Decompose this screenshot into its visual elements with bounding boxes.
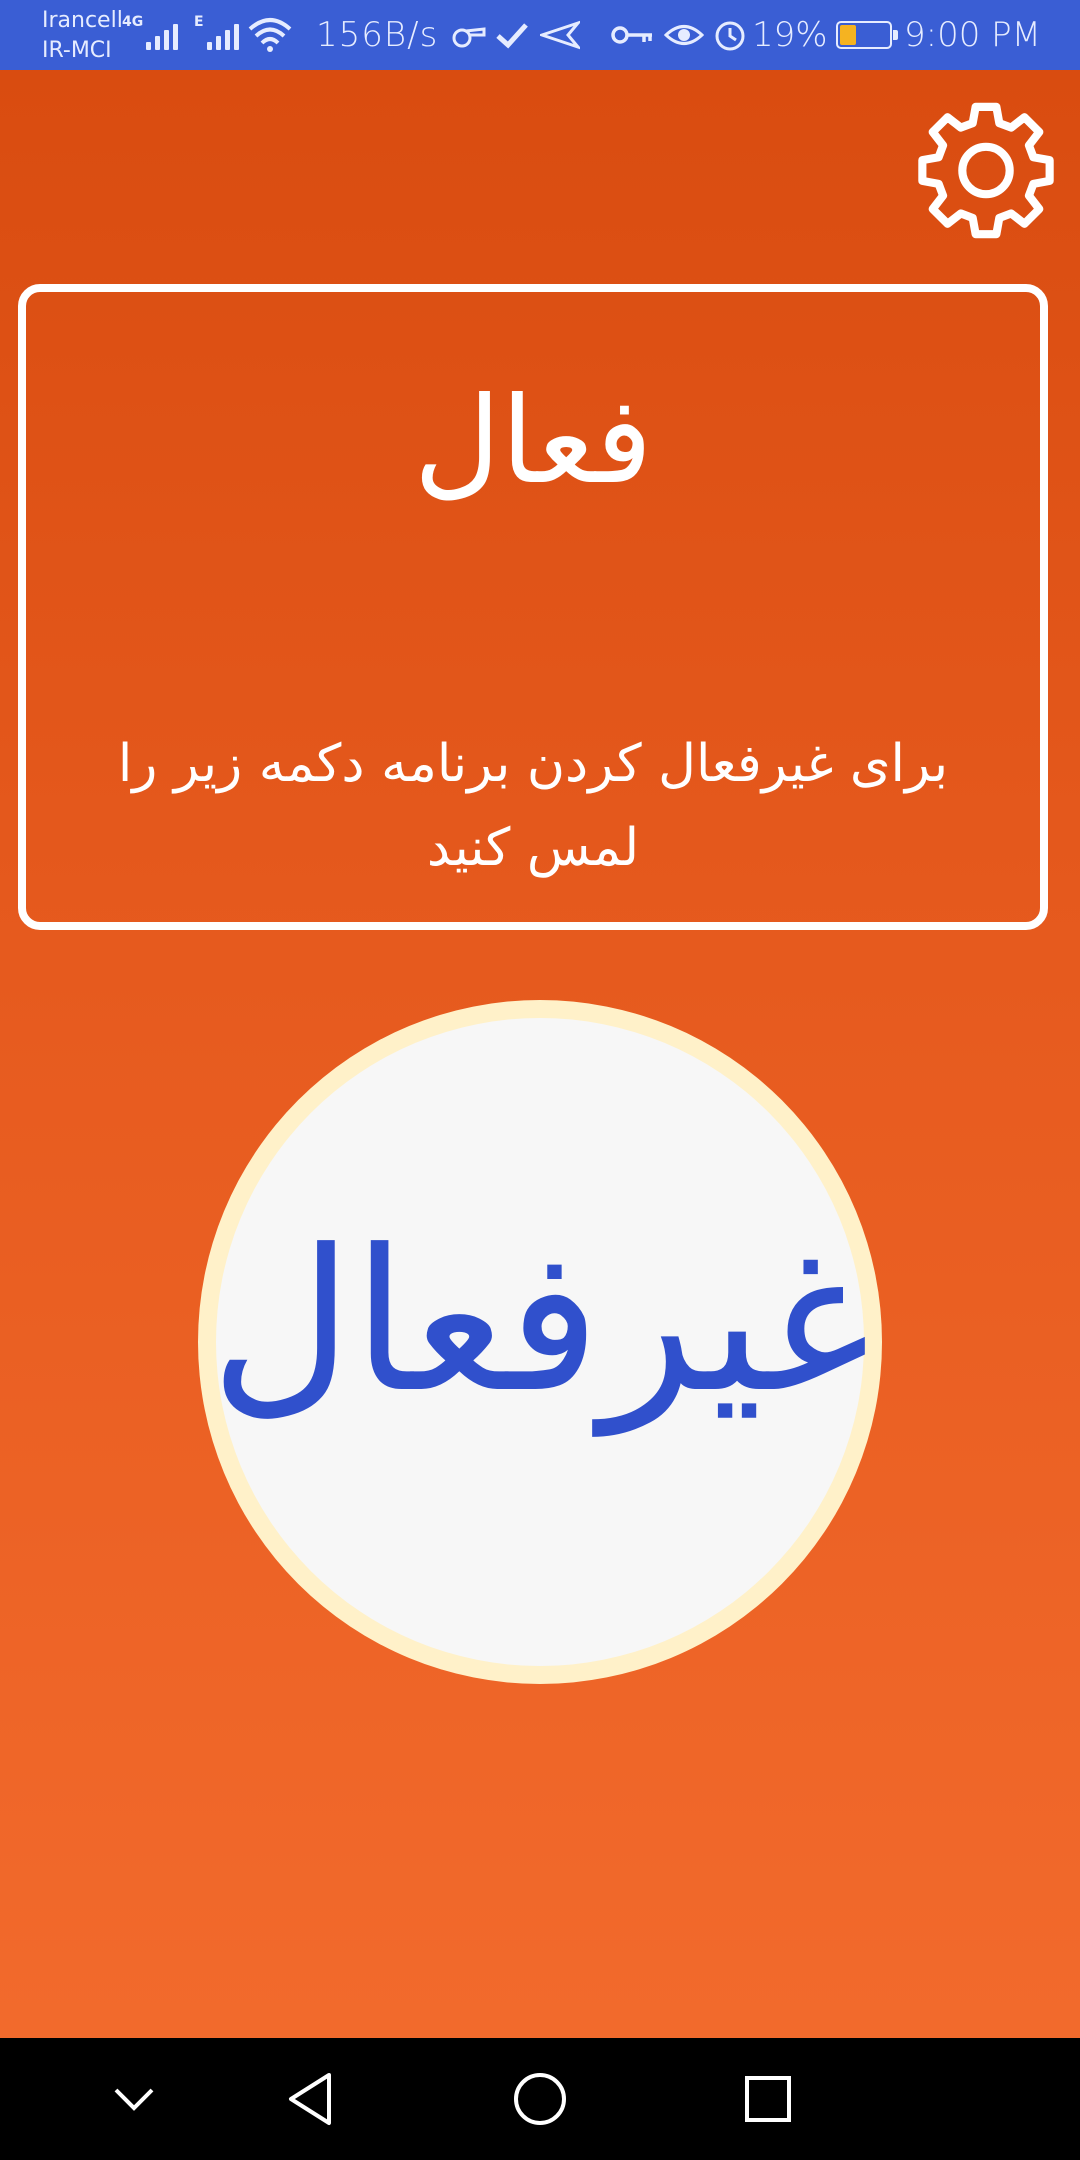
eye-icon bbox=[664, 0, 704, 70]
network-speed: 156B/s bbox=[316, 15, 439, 55]
recents-icon[interactable] bbox=[708, 2038, 828, 2160]
gear-icon[interactable] bbox=[912, 98, 1060, 246]
network-type-1: 4G bbox=[122, 14, 144, 30]
signal-icon: 4G bbox=[122, 0, 179, 70]
carrier-info: Irancell IR-MCI bbox=[42, 6, 123, 66]
status-title: فعال bbox=[413, 372, 653, 511]
key-icon bbox=[610, 0, 654, 70]
navigation-bar bbox=[0, 2038, 1080, 2160]
carrier-primary: Irancell bbox=[42, 8, 123, 33]
clock: 9:00 PM bbox=[904, 15, 1041, 55]
chevron-down-icon[interactable] bbox=[74, 2038, 194, 2160]
carrier-secondary: IR-MCI bbox=[42, 38, 112, 63]
toggle-button-face[interactable]: غیرفعال bbox=[210, 1018, 870, 1666]
network-type-2: E bbox=[194, 14, 204, 30]
alarm-icon bbox=[712, 0, 748, 70]
app-main: فعال برای غیرفعال کردن برنامه دکمه زیر ر… bbox=[0, 70, 1080, 2038]
back-icon[interactable] bbox=[250, 2038, 370, 2160]
send-icon bbox=[540, 0, 580, 70]
toggle-button-label: غیرفعال bbox=[209, 1208, 871, 1436]
home-icon[interactable] bbox=[480, 2038, 600, 2160]
signal-icon-2: E bbox=[194, 0, 239, 70]
status-description: برای غیرفعال کردن برنامه دکمه زیر را لمس… bbox=[117, 734, 949, 878]
status-card: فعال برای غیرفعال کردن برنامه دکمه زیر ر… bbox=[18, 284, 1048, 930]
battery-percent: 19% bbox=[752, 15, 828, 55]
battery-icon bbox=[836, 0, 898, 70]
status-bar: Irancell IR-MCI 4G E 156B/s 19% 9:00 PM bbox=[0, 0, 1080, 70]
check-icon bbox=[494, 0, 530, 70]
toggle-button[interactable]: غیرفعال bbox=[198, 1000, 882, 1684]
wifi-icon bbox=[248, 0, 292, 70]
whistle-icon bbox=[450, 0, 486, 70]
